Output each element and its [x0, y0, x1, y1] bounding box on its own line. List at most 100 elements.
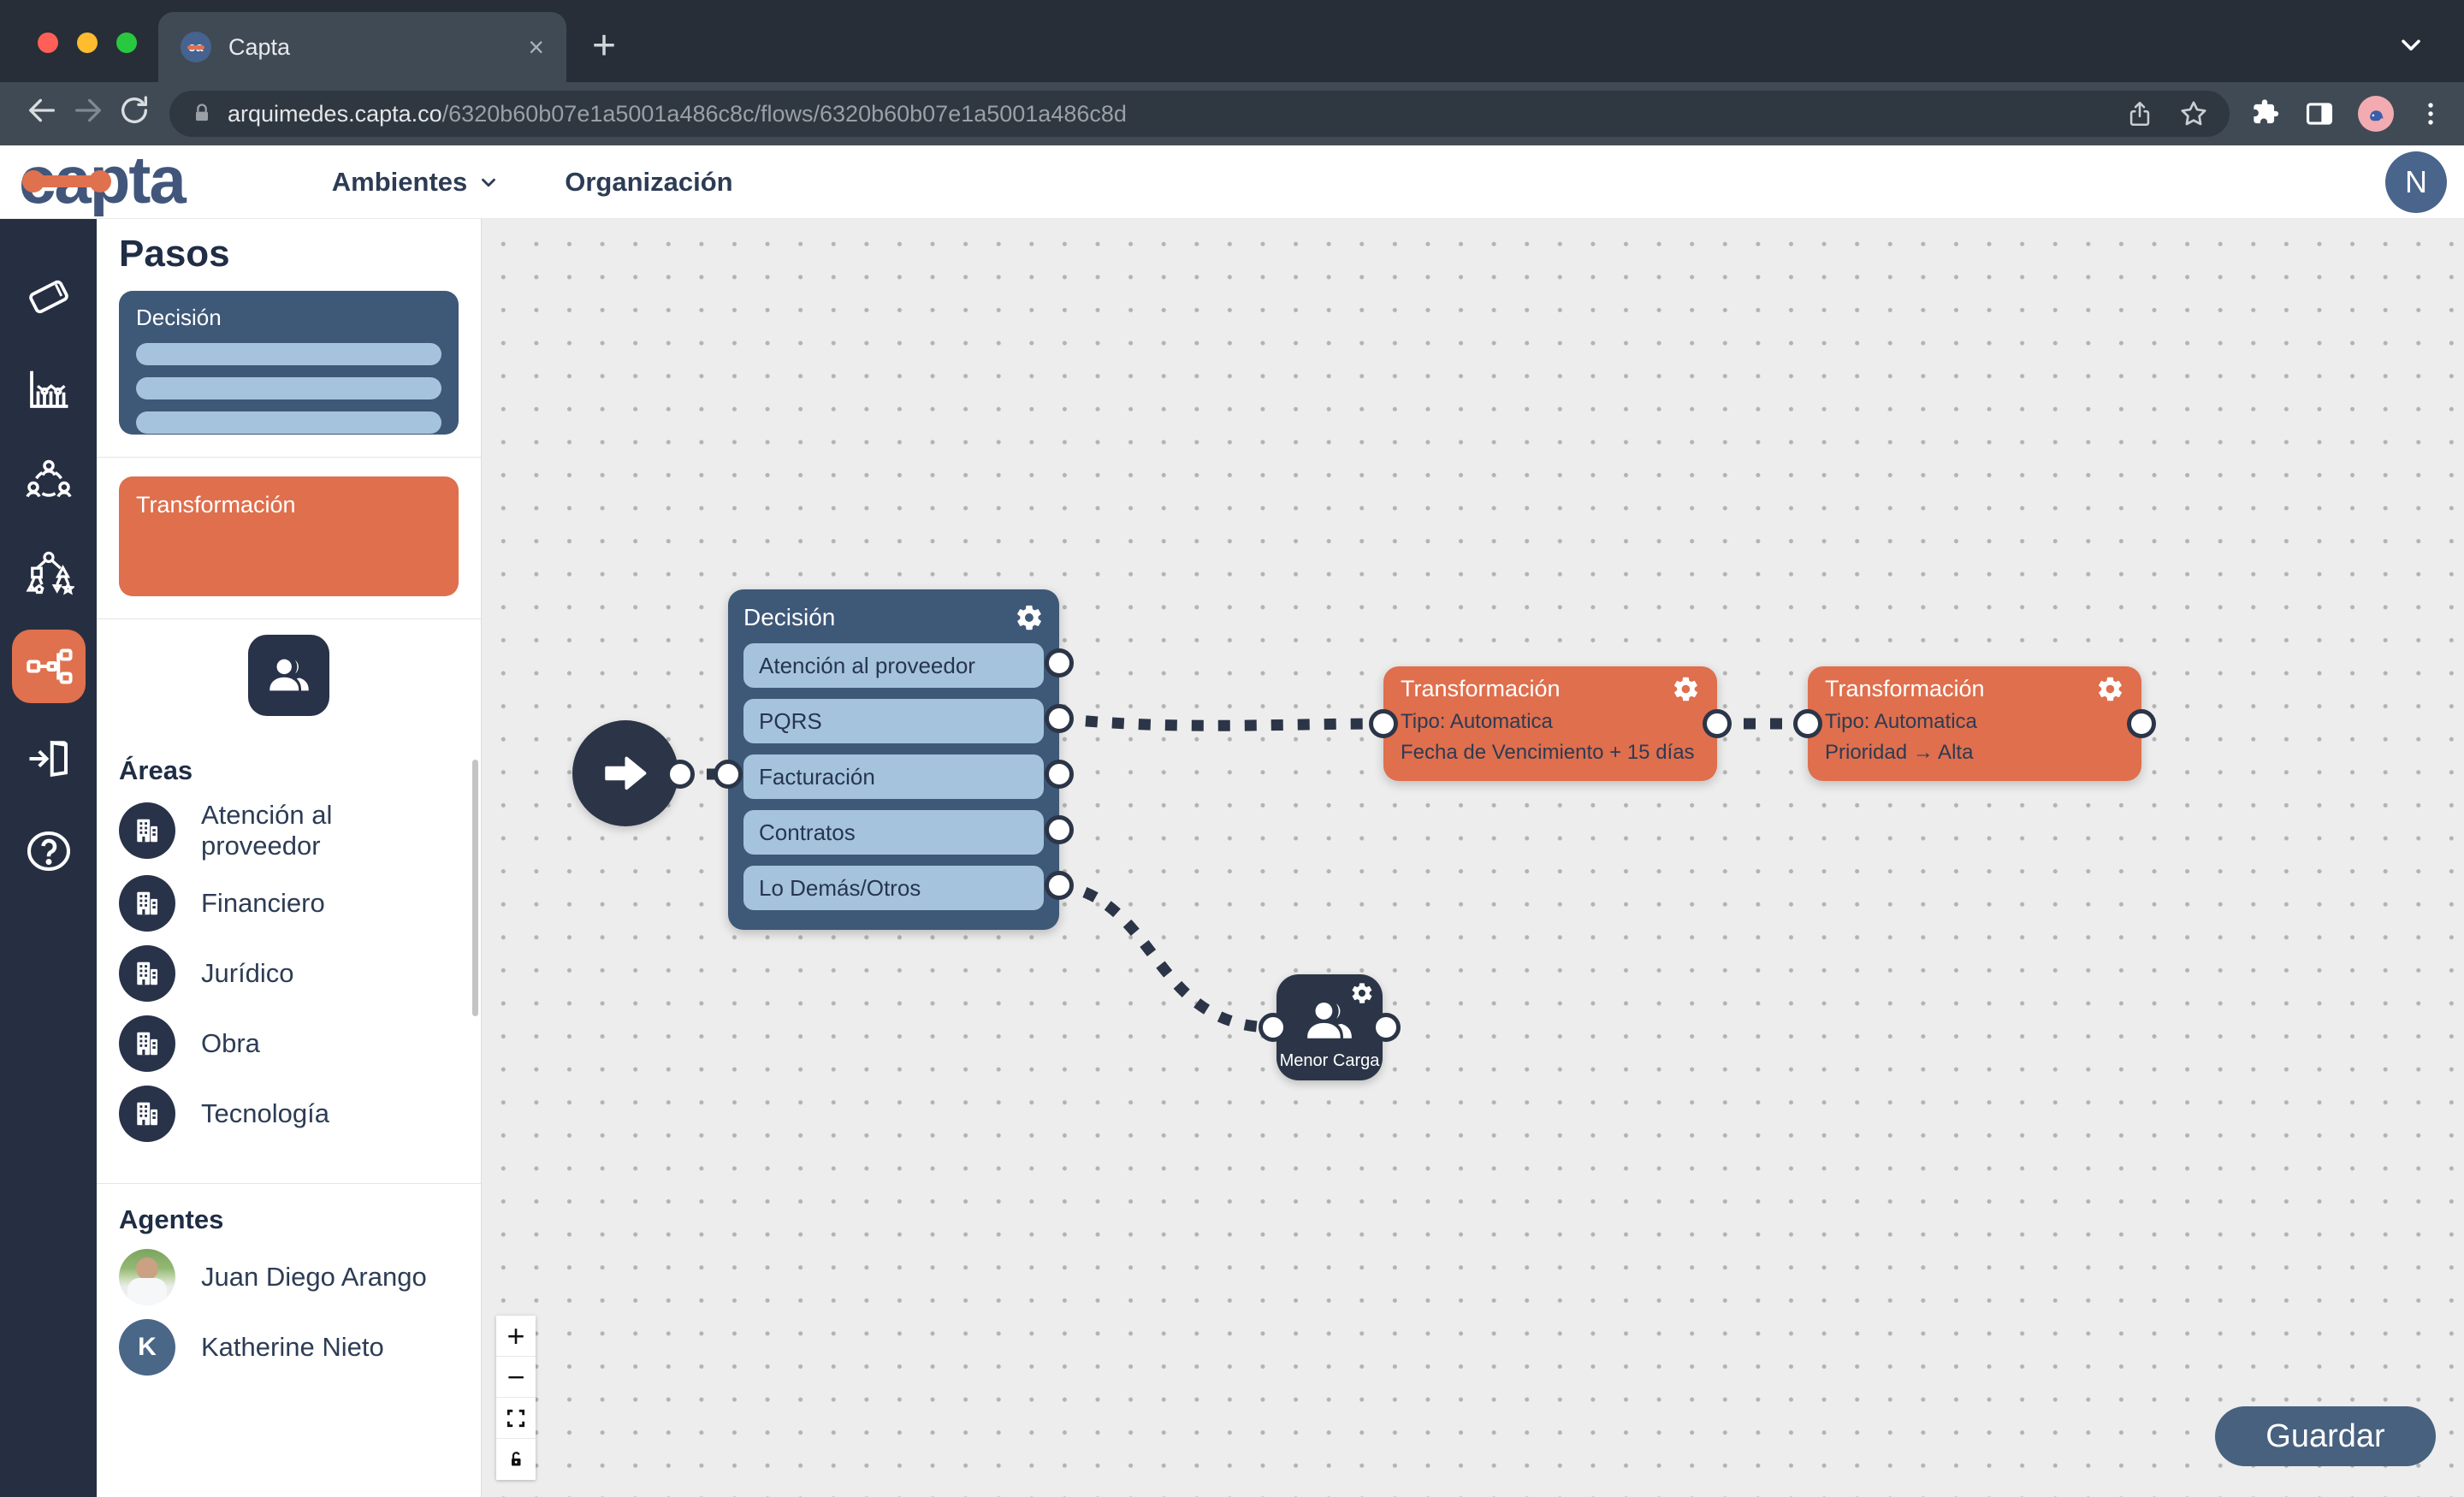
panel-divider — [97, 618, 481, 619]
palette-transformation-step[interactable]: Transformación — [119, 476, 459, 596]
gear-icon[interactable] — [1015, 603, 1044, 632]
area-label: Atención al proveedor — [201, 800, 459, 861]
zoom-out-button[interactable]: − — [496, 1357, 536, 1398]
chevron-down-icon — [477, 171, 500, 193]
steps-panel: Pasos Decisión Transformación Áreas Aten… — [97, 219, 482, 1497]
icon-rail — [0, 219, 97, 1497]
capta-favicon: ca — [181, 32, 211, 62]
side-panel-icon[interactable] — [2303, 98, 2336, 130]
area-item[interactable]: Financiero — [119, 875, 459, 932]
nav-ambientes-label: Ambientes — [332, 167, 467, 198]
palette-agent-step[interactable] — [248, 635, 329, 716]
palette-transformation-title: Transformación — [136, 492, 441, 518]
rail-item-teams[interactable] — [12, 445, 86, 518]
reload-button[interactable] — [111, 93, 157, 135]
url-domain: arquimedes.capta.co — [228, 101, 442, 127]
gear-icon[interactable] — [1350, 981, 1374, 1005]
agent-item[interactable]: K Katherine Nieto — [119, 1319, 459, 1376]
capta-logo[interactable]: capta — [19, 146, 185, 218]
save-button[interactable]: Guardar — [2215, 1406, 2436, 1466]
back-button[interactable] — [19, 93, 65, 135]
rail-item-flows[interactable] — [12, 630, 86, 703]
lock-icon — [190, 102, 214, 126]
agent-node-label: Menor Carga — [1280, 1051, 1380, 1071]
browser-toolbar: arquimedes.capta.co/6320b60b07e1a5001a48… — [0, 82, 2464, 145]
transformation-node-1[interactable]: Transformación Tipo: Automatica Fecha de… — [1383, 666, 1717, 781]
area-label: Jurídico — [201, 958, 294, 989]
edge-otros-to-agent — [1059, 885, 1273, 1027]
fullscreen-window-button[interactable] — [116, 33, 137, 53]
bookmark-star-icon[interactable] — [2178, 98, 2209, 129]
lock-toggle-button[interactable] — [496, 1439, 536, 1480]
area-item[interactable]: Jurídico — [119, 945, 459, 1002]
url-text: arquimedes.capta.co/6320b60b07e1a5001a48… — [228, 101, 1127, 127]
browser-tab[interactable]: ca Capta × — [158, 12, 566, 82]
close-window-button[interactable] — [38, 33, 58, 53]
decision-option[interactable]: Contratos — [743, 810, 1044, 855]
transformation-line: Prioridad → Alta — [1825, 741, 2124, 765]
transformation-node-title: Transformación — [1401, 676, 1561, 702]
building-icon — [119, 875, 175, 932]
agent-item[interactable]: Juan Diego Arango — [119, 1249, 459, 1305]
gear-icon[interactable] — [2096, 675, 2124, 703]
agent-name: Katherine Nieto — [201, 1332, 384, 1363]
rail-item-analytics[interactable] — [12, 352, 86, 426]
decision-option-placeholder — [136, 411, 441, 434]
flow-canvas[interactable]: Decisión Atención al proveedor PQRS Fact… — [482, 219, 2464, 1497]
window-controls[interactable] — [38, 33, 137, 53]
gear-icon[interactable] — [1672, 675, 1700, 703]
transformation-line: Tipo: Automatica — [1401, 710, 1700, 734]
zoom-in-button[interactable]: + — [496, 1316, 536, 1357]
decision-option-placeholder — [136, 343, 441, 365]
transformation-node-2[interactable]: Transformación Tipo: Automatica Priorida… — [1808, 666, 2141, 781]
browser-menu-dots-icon[interactable] — [2416, 99, 2445, 128]
rail-item-decision-tree[interactable] — [12, 537, 86, 611]
nav-organizacion-label: Organización — [565, 167, 732, 198]
start-arrow-icon — [599, 747, 652, 800]
nav-organizacion[interactable]: Organización — [565, 167, 732, 198]
panel-title: Pasos — [119, 233, 459, 275]
rail-item-ticket[interactable] — [12, 260, 86, 334]
start-node[interactable] — [572, 720, 678, 826]
forward-button[interactable] — [65, 93, 111, 135]
decision-option[interactable]: PQRS — [743, 699, 1044, 743]
user-avatar[interactable]: N — [2385, 151, 2447, 213]
transformation-node-title: Transformación — [1825, 676, 1985, 702]
exit-door-icon — [23, 733, 74, 784]
palette-decision-step[interactable]: Decisión — [119, 291, 459, 435]
new-tab-button[interactable]: + — [592, 26, 616, 67]
rail-item-exit[interactable] — [12, 722, 86, 796]
agents-heading: Agentes — [119, 1204, 459, 1235]
nav-ambientes[interactable]: Ambientes — [332, 167, 500, 198]
building-icon — [119, 1015, 175, 1072]
tab-close-icon[interactable]: × — [528, 33, 544, 61]
panel-scrollbar[interactable] — [472, 760, 478, 1016]
agent-photo-avatar — [119, 1249, 175, 1305]
canvas-zoom-controls: + − — [496, 1316, 536, 1480]
fit-view-button[interactable] — [496, 1398, 536, 1439]
decision-option[interactable]: Atención al proveedor — [743, 643, 1044, 688]
decision-option[interactable]: Lo Demás/Otros — [743, 866, 1044, 910]
ticket-icon — [23, 271, 74, 322]
panel-divider — [97, 457, 481, 458]
area-label: Tecnología — [201, 1098, 329, 1129]
help-icon — [23, 825, 74, 877]
url-bar[interactable]: arquimedes.capta.co/6320b60b07e1a5001a48… — [169, 91, 2230, 137]
area-item[interactable]: Atención al proveedor — [119, 800, 459, 861]
area-item[interactable]: Tecnología — [119, 1086, 459, 1142]
panel-divider — [97, 1183, 481, 1184]
building-icon — [119, 802, 175, 859]
rail-item-help[interactable] — [12, 814, 86, 888]
decision-option-placeholder — [136, 377, 441, 399]
share-icon[interactable] — [2125, 99, 2154, 128]
agent-assignment-node[interactable]: Menor Carga — [1276, 974, 1383, 1080]
decision-node[interactable]: Decisión Atención al proveedor PQRS Fact… — [728, 589, 1059, 930]
decision-option[interactable]: Facturación — [743, 754, 1044, 799]
analytics-chart-icon — [23, 364, 74, 415]
tab-search-chevron-icon[interactable] — [2396, 29, 2426, 64]
extensions-puzzle-icon[interactable] — [2248, 98, 2281, 130]
browser-profile-avatar[interactable] — [2358, 96, 2394, 132]
area-item[interactable]: Obra — [119, 1015, 459, 1072]
teams-network-icon — [23, 456, 74, 507]
minimize-window-button[interactable] — [77, 33, 98, 53]
